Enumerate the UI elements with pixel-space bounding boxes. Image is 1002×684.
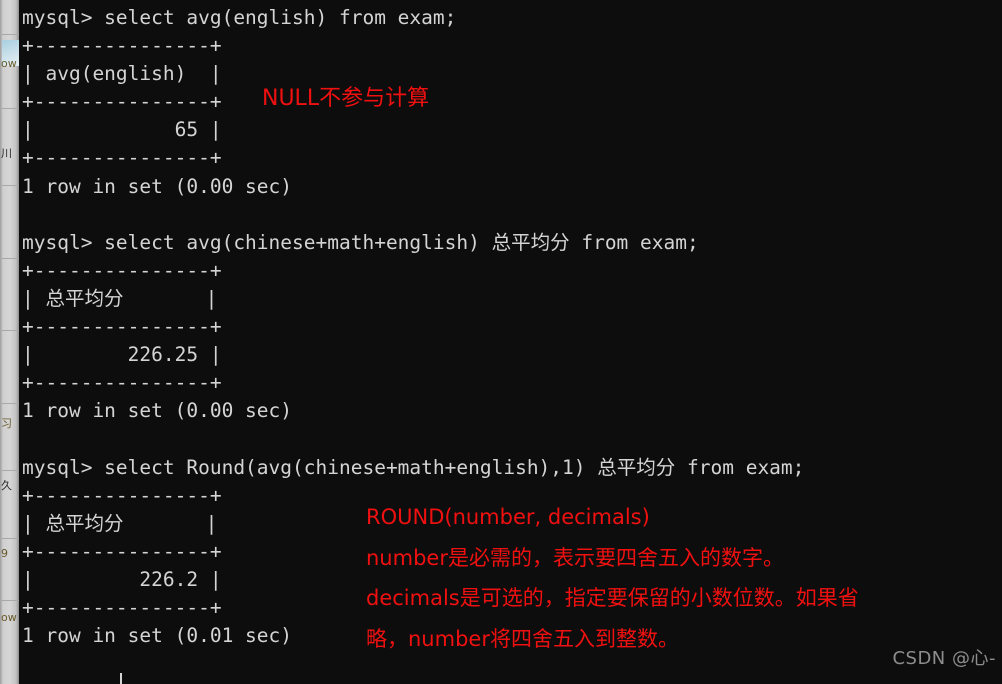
terminal-line-table-border: +---------------+ bbox=[22, 90, 222, 114]
annotation-decimals-description: decimals是可选的，指定要保留的小数位数。如果省 bbox=[366, 586, 859, 610]
csdn-watermark: CSDN @心- bbox=[892, 648, 996, 669]
sliver-text-fragment: 习 bbox=[1, 418, 12, 430]
annotation-decimals-description-cont: 略，number将四舍五入到整数。 bbox=[366, 627, 679, 651]
terminal-line-table-header: | avg(english) | bbox=[22, 62, 222, 86]
sliver-text-fragment: ow bbox=[1, 58, 17, 70]
sliver-text-fragment: 川 bbox=[1, 148, 12, 160]
terminal-line-prompt: mysql> select avg(chinese+math+english) … bbox=[22, 230, 699, 254]
background-window-sliver[interactable]: ow 川 习 久 9 ow bbox=[0, 0, 19, 684]
sliver-divider bbox=[0, 470, 19, 471]
sliver-divider bbox=[0, 403, 19, 404]
terminal-line-table-row: | 226.25 | bbox=[22, 343, 222, 367]
terminal-line-prompt: mysql> select Round(avg(chinese+math+eng… bbox=[22, 455, 805, 479]
terminal-output[interactable]: mysql> select avg(english) from exam; +-… bbox=[19, 0, 1002, 684]
annotation-round-signature: ROUND(number, decimals) bbox=[366, 505, 650, 529]
terminal-line-table-header: | 总平均分 | bbox=[22, 286, 218, 310]
sliver-divider bbox=[0, 538, 19, 539]
sliver-divider bbox=[0, 330, 19, 331]
sliver-text-fragment: 9 bbox=[1, 548, 8, 560]
terminal-window: ow 川 习 久 9 ow mysql> select avg(english)… bbox=[0, 0, 1002, 684]
sliver-divider bbox=[0, 108, 19, 109]
text-cursor bbox=[120, 673, 122, 684]
terminal-line-table-row: | 65 | bbox=[22, 118, 222, 142]
terminal-line-table-border: +---------------+ bbox=[22, 371, 222, 395]
sliver-text-fragment: ow bbox=[1, 612, 17, 624]
terminal-line-status: 1 row in set (0.00 sec) bbox=[22, 399, 293, 423]
terminal-line-table-border: +---------------+ bbox=[22, 315, 222, 339]
sliver-text-fragment: 久 bbox=[1, 480, 12, 492]
sliver-divider bbox=[0, 600, 19, 601]
terminal-line-table-border: +---------------+ bbox=[22, 146, 222, 170]
sliver-divider bbox=[0, 258, 19, 259]
sliver-divider bbox=[0, 185, 19, 186]
terminal-line-prompt: mysql> select avg(english) from exam; bbox=[22, 6, 457, 29]
terminal-line-table-border: +---------------+ bbox=[22, 34, 222, 58]
terminal-line-status: 1 row in set (0.00 sec) bbox=[22, 174, 293, 198]
annotation-number-description: number是必需的，表示要四舍五入的数字。 bbox=[366, 546, 784, 570]
annotation-null-note: NULL不参与计算 bbox=[262, 86, 430, 111]
terminal-line-table-border: +---------------+ bbox=[22, 258, 222, 282]
sliver-divider bbox=[0, 34, 19, 35]
